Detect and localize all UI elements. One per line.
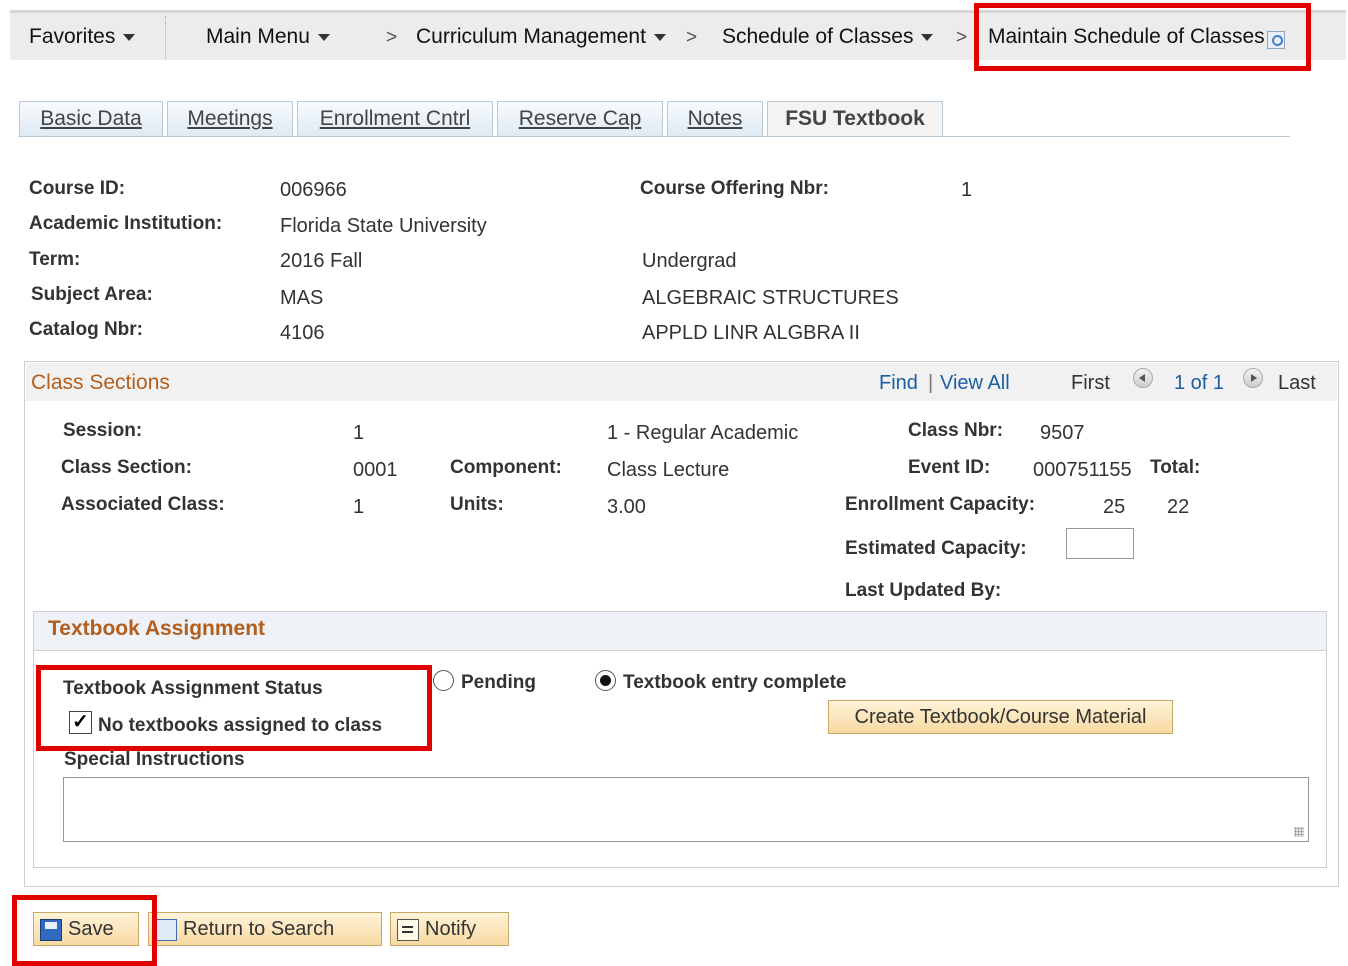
institution-value: Florida State University: [280, 215, 487, 237]
term-label: Term:: [29, 249, 81, 270]
breadcrumb-separator: >: [956, 27, 968, 48]
main-menu[interactable]: Main Menu: [206, 25, 330, 49]
course-offering-label: Course Offering Nbr:: [640, 178, 829, 199]
session-label: Session:: [63, 420, 143, 441]
tab-label: Basic Data: [40, 107, 142, 130]
schedule-of-classes-menu[interactable]: Schedule of Classes: [722, 25, 934, 49]
complete-radio[interactable]: [595, 670, 616, 691]
resize-grip-icon[interactable]: [1294, 827, 1304, 837]
schedule-label: Schedule of Classes: [722, 25, 914, 48]
tab-label: Reserve Cap: [518, 107, 642, 130]
total-label: Total:: [1150, 457, 1201, 478]
last-updated-label: Last Updated By:: [845, 580, 1002, 601]
component-label: Component:: [450, 457, 562, 478]
subject-area-value: MAS: [280, 287, 324, 309]
chevron-down-icon: [921, 33, 934, 41]
find-link[interactable]: Find: [879, 372, 918, 395]
catalog-nbr-label: Catalog Nbr:: [29, 319, 143, 340]
subject-area-label: Subject Area:: [31, 284, 153, 305]
class-section-value: 0001: [353, 459, 398, 481]
highlight-box-textbook-status: [36, 665, 432, 751]
estimated-capacity-input[interactable]: [1066, 528, 1134, 559]
institution-label: Academic Institution:: [29, 213, 223, 234]
tab-reserve-cap[interactable]: Reserve Cap: [497, 101, 663, 137]
tab-label: Enrollment Cntrl: [319, 107, 471, 130]
session-desc: 1 - Regular Academic: [607, 422, 799, 444]
component-value: Class Lecture: [607, 459, 730, 481]
associated-class-value: 1: [353, 496, 365, 518]
breadcrumb-separator: >: [386, 27, 398, 48]
notify-label: Notify: [425, 918, 477, 940]
units-label: Units:: [450, 494, 504, 515]
highlight-box-breadcrumb: [974, 3, 1311, 71]
notify-icon: [397, 918, 419, 941]
next-icon[interactable]: [1243, 368, 1263, 388]
class-nbr-label: Class Nbr:: [908, 420, 1004, 441]
associated-class-label: Associated Class:: [61, 494, 225, 515]
class-section-label: Class Section:: [61, 457, 192, 478]
enrollment-capacity-label: Enrollment Capacity:: [845, 494, 1036, 515]
tab-enrollment-cntrl[interactable]: Enrollment Cntrl: [297, 101, 493, 137]
pending-label: Pending: [461, 672, 536, 693]
main-menu-label: Main Menu: [206, 25, 310, 48]
last-link[interactable]: Last: [1278, 372, 1316, 395]
notify-button[interactable]: Notify: [390, 912, 509, 946]
divider: [165, 16, 166, 60]
subject-area-desc: ALGEBRAIC STRUCTURES: [642, 287, 899, 309]
tab-label: FSU Textbook: [785, 107, 925, 130]
row-count: 1 of 1: [1174, 372, 1225, 394]
tab-basic-data[interactable]: Basic Data: [19, 101, 163, 137]
class-nbr-value: 9507: [1040, 422, 1085, 444]
favorites-label: Favorites: [29, 25, 116, 48]
course-id-label: Course ID:: [29, 178, 126, 199]
chevron-down-icon: [653, 33, 666, 41]
class-sections-title: Class Sections: [31, 371, 170, 394]
create-textbook-button[interactable]: Create Textbook/Course Material: [828, 700, 1173, 734]
event-id-label: Event ID:: [908, 457, 991, 478]
chevron-down-icon: [123, 33, 136, 41]
catalog-nbr-value: 4106: [280, 322, 325, 344]
session-value: 1: [353, 422, 365, 444]
tab-baseline: [18, 136, 1290, 137]
return-to-search-icon: [155, 918, 177, 941]
return-to-search-button[interactable]: Return to Search: [148, 912, 382, 946]
tab-meetings[interactable]: Meetings: [167, 101, 293, 137]
first-link[interactable]: First: [1071, 372, 1110, 395]
tab-label: Meetings: [187, 107, 273, 130]
term-value: 2016 Fall: [280, 250, 363, 272]
course-offering-value: 1: [961, 179, 973, 201]
total-value: 22: [1167, 496, 1190, 518]
enrollment-capacity-value: 25: [1103, 496, 1126, 518]
special-instructions-label: Special Instructions: [64, 749, 245, 770]
curriculum-management-menu[interactable]: Curriculum Management: [416, 25, 666, 49]
breadcrumb-separator: >: [686, 27, 698, 48]
course-id-value: 006966: [280, 179, 347, 201]
event-id-value: 000751155: [1033, 459, 1132, 481]
previous-icon[interactable]: [1133, 368, 1153, 388]
pending-radio[interactable]: [433, 670, 454, 691]
tab-label: Notes: [687, 107, 743, 130]
curriculum-label: Curriculum Management: [416, 25, 646, 48]
view-all-link[interactable]: View All: [940, 372, 1010, 395]
tab-notes[interactable]: Notes: [667, 101, 763, 137]
special-instructions-textarea[interactable]: [63, 777, 1309, 842]
textbook-assignment-title: Textbook Assignment: [48, 617, 266, 640]
units-value: 3.00: [607, 496, 646, 518]
tab-fsu-textbook[interactable]: FSU Textbook: [767, 101, 943, 137]
favorites-menu[interactable]: Favorites: [29, 25, 136, 49]
complete-label: Textbook entry complete: [623, 672, 847, 693]
career-value: Undergrad: [642, 250, 737, 272]
nav-divider: |: [928, 372, 934, 394]
estimated-capacity-label: Estimated Capacity:: [845, 538, 1027, 559]
return-label: Return to Search: [183, 918, 335, 940]
highlight-box-save: [12, 895, 157, 966]
chevron-down-icon: [317, 33, 330, 41]
catalog-desc: APPLD LINR ALGBRA II: [642, 322, 860, 344]
